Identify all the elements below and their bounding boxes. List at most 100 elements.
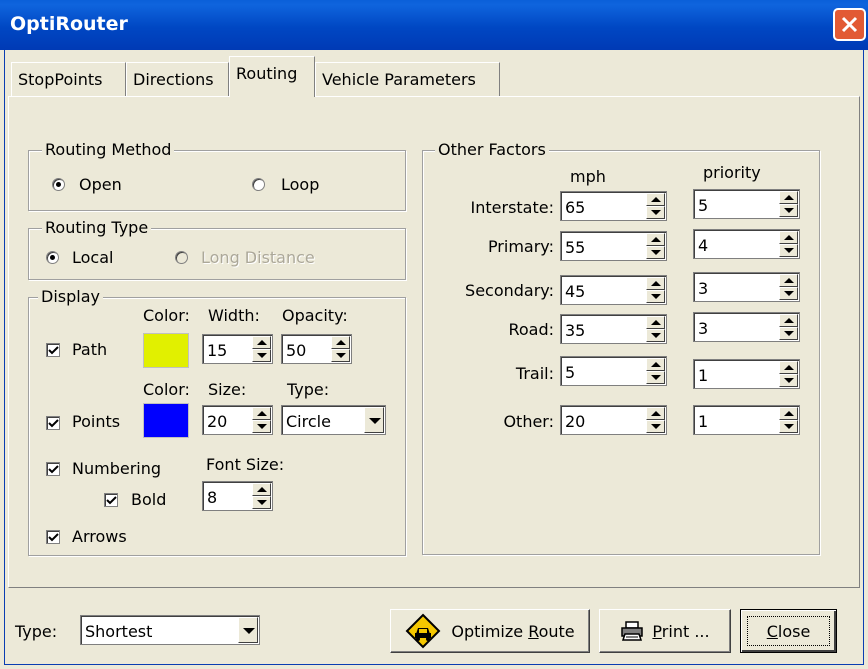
factor-label-road: Road: [508,320,554,339]
path-width-spinner[interactable]: 15 [202,334,273,364]
window-title: OptiRouter [10,13,128,35]
spin-down-icon[interactable] [779,327,798,340]
spin-down-icon[interactable] [646,329,665,342]
other-mph-value: 20 [565,412,586,431]
window-close-button[interactable] [833,8,866,41]
priority-header: priority [703,163,761,182]
spin-down-icon[interactable] [779,244,798,257]
spin-up-icon[interactable] [779,274,798,287]
spin-down-icon[interactable] [646,420,665,433]
factor-label-trail: Trail: [515,364,554,383]
road-mph-value: 35 [565,321,586,340]
points-color-swatch[interactable] [143,403,189,438]
optimize-route-button[interactable]: Optimize Route [390,609,590,653]
trail-priority-value: 1 [698,366,709,385]
points-type-select[interactable]: Circle [281,405,386,435]
primary-priority-spinner[interactable]: 4 [693,229,800,259]
tab-directions-label: Directions [133,70,214,89]
tab-routing[interactable]: Routing [229,56,315,97]
spin-up-icon[interactable] [646,358,665,371]
spin-down-icon[interactable] [331,349,350,362]
points-color-label: Color: [143,380,190,399]
spin-up-icon[interactable] [252,483,271,496]
spin-up-icon[interactable] [331,336,350,349]
primary-mph-value: 55 [565,238,586,257]
points-checkbox[interactable] [46,416,60,430]
tab-stoppoints-label: StopPoints [18,70,103,89]
radio-long-distance [175,251,188,264]
tab-stoppoints[interactable]: StopPoints [11,62,126,96]
trail-mph-value: 5 [565,363,576,382]
route-type-select[interactable]: Shortest [80,615,260,645]
spin-up-icon[interactable] [779,407,798,420]
trail-priority-spinner[interactable]: 1 [693,359,800,389]
path-width-label: Width: [208,306,260,325]
spin-down-icon[interactable] [779,374,798,387]
checkmark-icon [48,465,59,474]
spin-down-icon[interactable] [252,496,271,509]
dropdown-arrow-icon[interactable] [364,407,384,433]
path-opacity-label: Opacity: [282,306,348,325]
tab-routing-label: Routing [236,63,298,83]
arrows-label: Arrows [72,527,127,546]
path-checkbox[interactable] [46,343,60,357]
spin-up-icon[interactable] [779,361,798,374]
spin-up-icon[interactable] [779,191,798,204]
radio-local-label: Local [72,248,114,267]
spin-up-icon[interactable] [646,193,665,206]
checkmark-icon [106,496,117,505]
font-size-spinner[interactable]: 8 [202,481,273,511]
bold-checkbox[interactable] [104,493,118,507]
spin-up-icon[interactable] [779,314,798,327]
points-label: Points [72,412,121,431]
tab-directions[interactable]: Directions [126,62,229,96]
path-opacity-spinner[interactable]: 50 [281,334,352,364]
spin-up-icon[interactable] [646,277,665,290]
focus-rectangle [747,616,830,646]
spin-down-icon[interactable] [646,371,665,384]
numbering-label: Numbering [72,459,162,478]
car-warning-sign-icon [405,613,441,649]
secondary-mph-spinner[interactable]: 45 [560,275,667,305]
road-priority-value: 3 [698,319,709,338]
tab-vehicle-parameters[interactable]: Vehicle Parameters [315,62,500,96]
other-mph-spinner[interactable]: 20 [560,405,667,435]
spin-down-icon[interactable] [779,204,798,217]
print-button[interactable]: Print ... [599,609,731,653]
road-mph-spinner[interactable]: 35 [560,314,667,344]
points-size-spinner[interactable]: 20 [202,405,273,435]
spin-down-icon[interactable] [252,420,271,433]
spin-up-icon[interactable] [779,231,798,244]
print-label: Print ... [652,621,710,641]
path-color-swatch[interactable] [143,333,189,368]
interstate-priority-spinner[interactable]: 5 [693,189,800,219]
trail-mph-spinner[interactable]: 5 [560,356,667,386]
close-button[interactable]: Close [740,609,837,653]
spin-up-icon[interactable] [252,407,271,420]
spin-down-icon[interactable] [646,290,665,303]
interstate-priority-value: 5 [698,196,709,215]
spin-up-icon[interactable] [646,407,665,420]
interstate-mph-spinner[interactable]: 65 [560,191,667,221]
radio-loop[interactable] [252,178,265,191]
secondary-priority-spinner[interactable]: 3 [693,272,800,302]
spin-down-icon[interactable] [646,206,665,219]
numbering-checkbox[interactable] [46,462,60,476]
spin-down-icon[interactable] [779,287,798,300]
printer-icon [621,621,644,641]
spin-up-icon[interactable] [252,336,271,349]
other-priority-spinner[interactable]: 1 [693,405,800,435]
spin-down-icon[interactable] [646,246,665,259]
spin-down-icon[interactable] [779,420,798,433]
spin-down-icon[interactable] [252,349,271,362]
road-priority-spinner[interactable]: 3 [693,312,800,342]
spin-up-icon[interactable] [646,233,665,246]
radio-local[interactable] [46,251,59,264]
primary-mph-spinner[interactable]: 55 [560,231,667,261]
arrows-checkbox[interactable] [46,530,60,544]
dropdown-arrow-icon[interactable] [238,617,258,643]
secondary-priority-value: 3 [698,279,709,298]
spin-up-icon[interactable] [646,316,665,329]
primary-priority-value: 4 [698,236,709,255]
radio-open[interactable] [52,178,65,191]
